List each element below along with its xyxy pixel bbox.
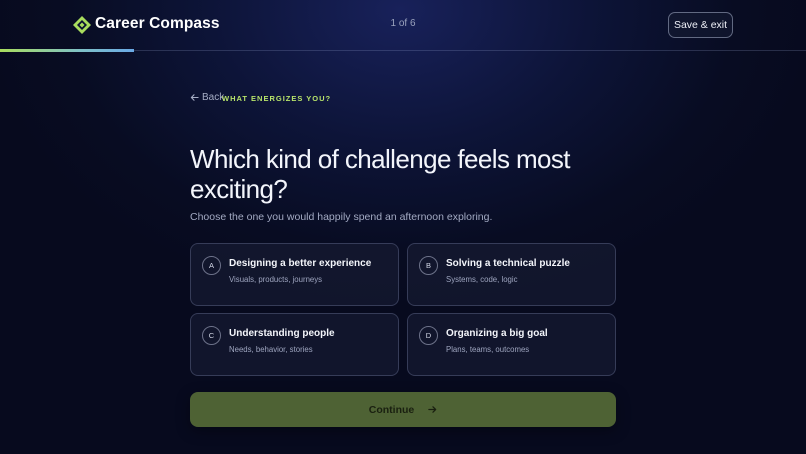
continue-label: Continue — [368, 403, 415, 416]
option-card-c[interactable]: C Understanding people Needs, behavior, … — [190, 313, 399, 376]
question-category: WHAT ENERGIZES YOU? — [222, 94, 332, 103]
option-letter-badge: D — [419, 326, 438, 345]
option-letter-badge: C — [202, 326, 221, 345]
option-letter-badge: A — [202, 256, 221, 275]
back-label: Back — [202, 92, 225, 103]
option-title: Organizing a big goal — [446, 328, 548, 339]
option-card-a[interactable]: A Designing a better experience Visuals,… — [190, 243, 399, 306]
question-subtitle: Choose the one you would happily spend a… — [190, 211, 493, 223]
option-subtitle: Needs, behavior, stories — [229, 345, 313, 354]
save-exit-button[interactable]: Save & exit — [668, 12, 733, 38]
option-card-b[interactable]: B Solving a technical puzzle Systems, co… — [407, 243, 616, 306]
option-subtitle: Plans, teams, outcomes — [446, 345, 530, 354]
progress-bar — [0, 49, 134, 52]
arrow-left-icon — [190, 94, 199, 101]
top-bar: Career Compass 1 of 6 Save & exit — [0, 0, 806, 52]
question-title: Which kind of challenge feels most excit… — [190, 144, 571, 204]
arrow-right-icon — [428, 406, 437, 413]
option-letter-badge: B — [419, 256, 438, 275]
option-subtitle: Visuals, products, journeys — [229, 275, 323, 284]
back-button[interactable]: Back — [190, 92, 224, 103]
option-title: Solving a technical puzzle — [446, 258, 570, 269]
option-subtitle: Systems, code, logic — [446, 275, 518, 284]
option-card-d[interactable]: D Organizing a big goal Plans, teams, ou… — [407, 313, 616, 376]
option-title: Designing a better experience — [229, 258, 372, 269]
option-title: Understanding people — [229, 328, 335, 339]
continue-button[interactable]: Continue — [190, 392, 616, 427]
